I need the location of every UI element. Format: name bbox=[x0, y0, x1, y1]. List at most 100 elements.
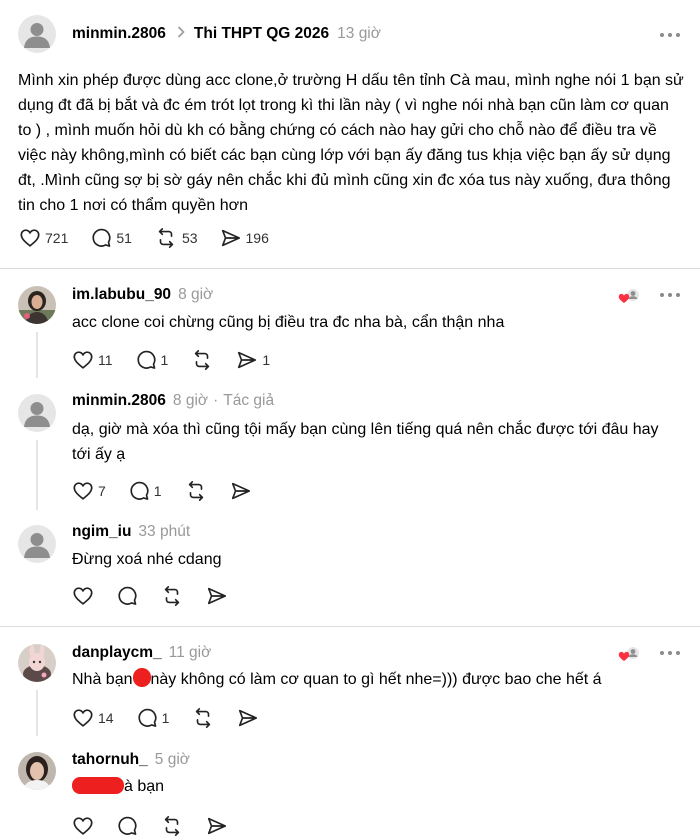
comment-icon bbox=[118, 586, 137, 605]
username[interactable]: minmin.2806 bbox=[72, 392, 166, 410]
share-icon bbox=[231, 482, 250, 500]
avatar[interactable] bbox=[18, 15, 56, 53]
share-button[interactable] bbox=[230, 480, 252, 502]
username[interactable]: im.labubu_90 bbox=[72, 286, 171, 304]
comment-button[interactable]: 1 bbox=[136, 707, 170, 729]
comment-icon bbox=[136, 350, 156, 369]
more-icon[interactable] bbox=[660, 648, 684, 658]
redaction-mark bbox=[132, 668, 151, 687]
like-button[interactable] bbox=[72, 585, 94, 607]
share-button[interactable]: 1 bbox=[236, 349, 270, 371]
reply-header: im.labubu_90 8 giờ bbox=[72, 286, 213, 304]
avatar[interactable] bbox=[18, 752, 56, 790]
reply-item: minmin.2806 8 giờ · Tác giả dạ, giờ mà x… bbox=[0, 378, 700, 510]
like-count: 721 bbox=[45, 230, 69, 246]
reply-item: danplaycm_ 11 giờ Nhà bạn này không có là… bbox=[0, 626, 700, 736]
thread-line bbox=[36, 332, 38, 378]
share-button[interactable] bbox=[237, 707, 259, 729]
repost-button[interactable] bbox=[160, 815, 184, 837]
username[interactable]: minmin.2806 bbox=[72, 25, 166, 43]
thread-line bbox=[36, 440, 38, 510]
share-icon bbox=[221, 229, 240, 247]
reply-time: 8 giờ bbox=[172, 392, 209, 409]
username[interactable]: danplaycm_ bbox=[72, 644, 162, 662]
reply-actions: 7 1 bbox=[72, 480, 274, 502]
repost-count: 53 bbox=[181, 230, 198, 246]
share-button[interactable] bbox=[206, 815, 228, 837]
more-icon[interactable] bbox=[660, 290, 684, 300]
reply-header: tahornuh_ 5 giờ bbox=[72, 751, 190, 769]
repost-button[interactable] bbox=[160, 585, 184, 607]
reply-body: dạ, giờ mà xóa thì cũng tội mấy bạn cùng… bbox=[72, 421, 659, 463]
like-button[interactable]: 14 bbox=[72, 707, 114, 729]
reply-actions: 14 1 bbox=[72, 707, 281, 729]
avatar[interactable] bbox=[18, 525, 56, 563]
reply-body-start: Nhà bạn bbox=[72, 671, 133, 688]
comment-icon bbox=[138, 708, 157, 727]
post-actions: 721 51 53 196 bbox=[19, 227, 291, 249]
separator-dot: · bbox=[213, 392, 219, 409]
reply-body: Đừng xoá nhé cdang bbox=[72, 551, 222, 568]
reply-time: 33 phút bbox=[138, 523, 191, 540]
share-count: 196 bbox=[245, 230, 269, 246]
share-count: 1 bbox=[262, 352, 271, 368]
comment-icon bbox=[92, 228, 111, 247]
repost-icon bbox=[164, 586, 180, 606]
reply-time: 5 giờ bbox=[154, 751, 190, 768]
repost-button[interactable] bbox=[190, 349, 214, 371]
like-count: 14 bbox=[98, 710, 114, 726]
like-count: 11 bbox=[98, 352, 113, 368]
comment-button[interactable]: 51 bbox=[90, 227, 132, 249]
heart-icon bbox=[73, 709, 93, 727]
comment-button[interactable] bbox=[116, 585, 138, 607]
repost-icon bbox=[196, 708, 211, 728]
heart-icon bbox=[20, 229, 40, 247]
reply-actions: 11 1 1 bbox=[72, 349, 292, 371]
repost-button[interactable] bbox=[184, 480, 208, 502]
reply-body: Nhà bạn này không có làm cơ quan to gì hế… bbox=[72, 667, 676, 692]
repost-button[interactable] bbox=[191, 707, 215, 729]
thread-line bbox=[36, 690, 38, 736]
main-post: minmin.2806 Thi THPT QG 2026 13 giờ Mình… bbox=[0, 0, 700, 268]
topic-link[interactable]: Thi THPT QG 2026 bbox=[194, 25, 329, 43]
avatar[interactable] bbox=[18, 394, 56, 432]
reply-header: minmin.2806 8 giờ · Tác giả bbox=[72, 392, 274, 410]
more-icon[interactable] bbox=[660, 30, 684, 40]
heart-icon bbox=[73, 817, 93, 835]
repost-icon bbox=[158, 228, 174, 248]
username[interactable]: ngim_iu bbox=[72, 523, 131, 541]
reply-body-end: à bạn bbox=[124, 778, 165, 795]
share-icon bbox=[207, 817, 227, 835]
comment-icon bbox=[118, 816, 137, 835]
post-time: 13 giờ bbox=[337, 25, 381, 42]
reply-item: ngim_iu 33 phút Đừng xoá nhé cdang bbox=[0, 510, 700, 626]
repost-icon bbox=[188, 481, 203, 501]
share-icon bbox=[239, 709, 258, 727]
share-icon bbox=[207, 587, 227, 605]
reply-body: acc clone coi chừng cũng bị điều tra đc … bbox=[72, 314, 505, 331]
comment-count: 1 bbox=[160, 352, 169, 368]
repost-button[interactable]: 53 bbox=[154, 227, 198, 249]
reply-actions bbox=[72, 815, 250, 837]
repost-icon bbox=[164, 816, 180, 836]
comment-button[interactable]: 1 bbox=[128, 480, 162, 502]
share-button[interactable] bbox=[206, 585, 228, 607]
author-liked-icon bbox=[618, 288, 640, 306]
redaction-mark bbox=[72, 777, 124, 794]
share-icon bbox=[238, 351, 257, 369]
comment-count: 1 bbox=[161, 710, 170, 726]
like-button[interactable]: 11 bbox=[72, 349, 113, 371]
like-button[interactable]: 721 bbox=[19, 227, 68, 249]
post-body: Mình xin phép được dùng acc clone,ở trườ… bbox=[18, 72, 684, 214]
share-button[interactable]: 196 bbox=[220, 227, 269, 249]
comment-button[interactable] bbox=[116, 815, 138, 837]
username[interactable]: tahornuh_ bbox=[72, 751, 148, 769]
like-button[interactable] bbox=[72, 815, 94, 837]
avatar[interactable] bbox=[18, 286, 56, 324]
reply-time: 8 giờ bbox=[178, 286, 214, 303]
avatar[interactable] bbox=[18, 644, 56, 682]
reply-actions bbox=[72, 585, 250, 607]
heart-icon bbox=[73, 482, 93, 500]
like-button[interactable]: 7 bbox=[72, 480, 106, 502]
comment-button[interactable]: 1 bbox=[135, 349, 169, 371]
